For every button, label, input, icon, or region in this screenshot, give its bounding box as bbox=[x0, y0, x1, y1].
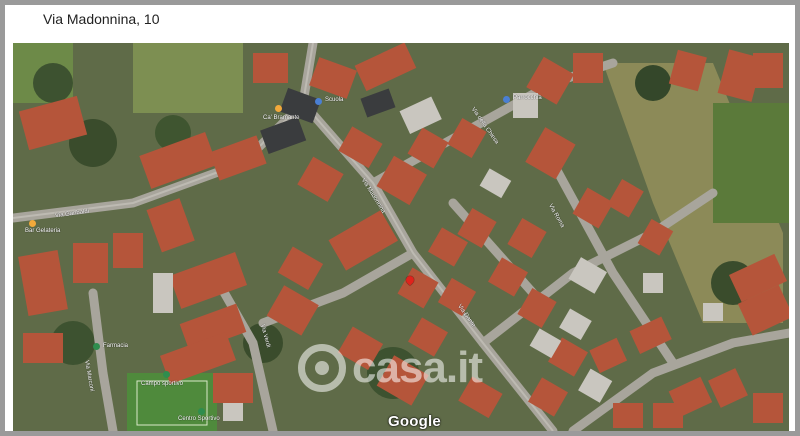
poi-label: Centro Sportivo bbox=[178, 416, 220, 422]
poi-label: Bar Gelateria bbox=[25, 228, 61, 234]
watermark-text: casa.it bbox=[352, 343, 483, 392]
google-attribution: Google bbox=[388, 413, 441, 430]
poi-marker[interactable] bbox=[29, 220, 36, 227]
casa-logo-icon bbox=[298, 344, 346, 392]
poi-label: Ca' Bramante bbox=[263, 115, 300, 121]
address-title: Via Madonnina, 10 bbox=[43, 11, 160, 27]
poi-label: Campo sportivo bbox=[141, 381, 184, 387]
poi-marker[interactable] bbox=[275, 105, 282, 112]
poi-label: Parrocchia bbox=[513, 95, 542, 101]
poi-marker[interactable] bbox=[93, 343, 100, 350]
satellite-map[interactable]: Bar Gelateria Farmacia Parrocchia Ca' Br… bbox=[13, 43, 789, 431]
poi-label: Farmacia bbox=[103, 343, 129, 349]
poi-marker[interactable] bbox=[315, 98, 322, 105]
listing-frame: Via Madonnina, 10 Bar Gelateria Farmacia… bbox=[5, 5, 795, 431]
poi-label: Scuola bbox=[325, 97, 344, 103]
poi-marker[interactable] bbox=[503, 96, 510, 103]
casa-watermark: casa.it bbox=[298, 343, 483, 393]
poi-marker[interactable] bbox=[163, 371, 170, 378]
poi-marker[interactable] bbox=[198, 408, 205, 415]
